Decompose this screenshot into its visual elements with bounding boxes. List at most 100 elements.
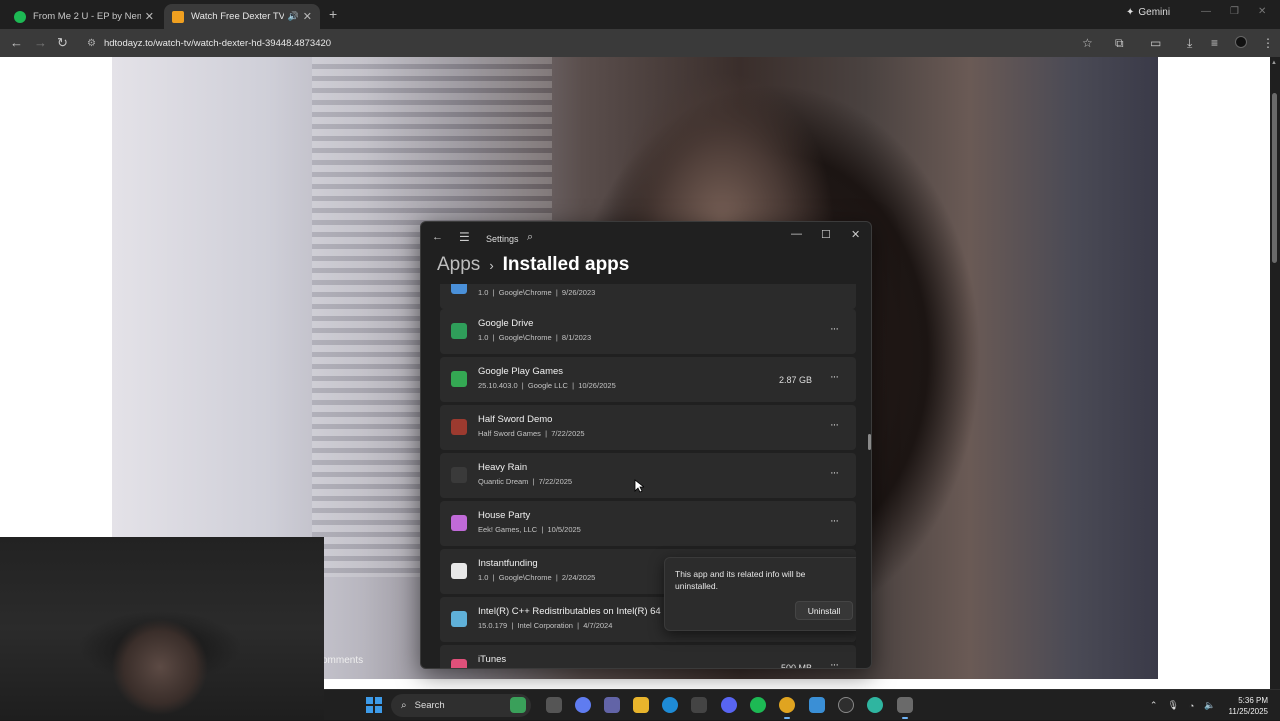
browser-menu-icon[interactable]: ⋮ xyxy=(1262,36,1274,50)
speaker-icon[interactable]: 🔊 xyxy=(288,11,299,22)
settings-icon[interactable] xyxy=(897,697,913,719)
uninstall-flyout: This app and its related info will be un… xyxy=(664,557,856,631)
uninstall-message: This app and its related info will be un… xyxy=(675,569,806,591)
app-row[interactable]: House Party Eek! Games, LLC | 10/5/2025 ··… xyxy=(440,501,856,546)
maximize-icon[interactable]: ☐ xyxy=(821,228,831,241)
scrollbar-thumb[interactable] xyxy=(1272,93,1277,263)
app-icon xyxy=(451,563,467,579)
app-name: Google Play Games xyxy=(478,366,564,377)
xbox-icon[interactable] xyxy=(838,697,854,713)
more-options-button[interactable]: ··· xyxy=(830,659,839,668)
chevron-up-icon[interactable]: ⌃ xyxy=(1150,700,1158,711)
more-options-button[interactable]: ··· xyxy=(830,515,839,527)
sparkle-icon: ✦ xyxy=(1126,7,1135,18)
app-name: Google Drive xyxy=(478,318,534,329)
app-row[interactable]: Half Sword Demo Half Sword Games | 7/22/2… xyxy=(440,405,856,450)
address-bar[interactable]: ⚙ hdtodayz.to/watch-tv/watch-dexter-hd-3… xyxy=(80,32,1100,54)
clock-date: 11/25/2025 xyxy=(1228,706,1268,716)
app-meta: 1.0 | Google\Chrome | 8/1/2023 xyxy=(478,333,592,342)
microphone-icon[interactable]: 🎙 xyxy=(1167,700,1178,711)
page-scrollbar[interactable]: ▲ xyxy=(1270,57,1280,691)
forward-icon[interactable]: → xyxy=(34,35,47,50)
cast-icon[interactable]: ▭ xyxy=(1150,36,1161,50)
uninstall-button[interactable]: Uninstall xyxy=(795,601,853,620)
app-row[interactable]: Google Play Games 25.10.403.0 | Google LL… xyxy=(440,357,856,402)
app-row[interactable]: Heavy Rain Quantic Dream | 7/22/2025 ··· xyxy=(440,453,856,498)
tab-dexter[interactable]: Watch Free Dexter TV Sho 🔊 ✕ xyxy=(164,4,320,29)
search-icon[interactable]: ⌕ xyxy=(527,231,533,244)
clock-time: 5:36 PM xyxy=(1238,695,1268,705)
reload-icon[interactable]: ↻ xyxy=(57,35,68,51)
volume-icon[interactable]: 🔈 xyxy=(1204,700,1215,711)
breadcrumb-apps[interactable]: Apps xyxy=(437,254,480,276)
spotify-icon[interactable] xyxy=(750,697,766,713)
app-row[interactable]: 1.0 | Google\Chrome | 9/26/2023 xyxy=(440,284,856,309)
minimize-icon[interactable]: — xyxy=(791,228,802,240)
system-tray: ⌃ 🎙 ◔ 🔈 5:36 PM 11/25/2025 xyxy=(1145,690,1280,721)
extensions-icon[interactable]: ⧉ xyxy=(1115,36,1124,51)
breadcrumb: Apps › Installed apps xyxy=(437,254,629,276)
widgets-icon[interactable] xyxy=(510,697,526,713)
url-text: hdtodayz.to/watch-tv/watch-dexter-hd-394… xyxy=(103,37,332,49)
close-window-icon[interactable]: ✕ xyxy=(1258,6,1266,17)
tab-spotify[interactable]: From Me 2 U - EP by Nemzzz | ✕ xyxy=(6,4,162,29)
task-view-icon[interactable] xyxy=(546,697,562,713)
app-name: Intel(R) C++ Redistributables on Intel(R… xyxy=(478,606,661,617)
site-info-icon[interactable]: ⚙ xyxy=(87,38,96,49)
page-title: Installed apps xyxy=(502,254,630,275)
gemini-button[interactable]: ✦ Gemini xyxy=(1126,7,1170,18)
app-meta: 1.0 | Google\Chrome | 9/26/2023 xyxy=(478,288,596,297)
app-name: Heavy Rain xyxy=(478,462,528,473)
browser-icon[interactable] xyxy=(867,697,883,713)
close-icon[interactable]: ✕ xyxy=(851,228,860,241)
settings-scrollbar-thumb[interactable] xyxy=(868,434,871,450)
more-options-button[interactable]: ··· xyxy=(830,371,839,383)
app-size: 500 MB xyxy=(780,663,812,669)
close-tab-icon[interactable]: ✕ xyxy=(303,10,312,23)
app-meta: 25.10.403.0 | Google LLC | 10/26/2025 xyxy=(478,381,616,390)
chrome-icon[interactable] xyxy=(779,697,795,719)
tab-title: From Me 2 U - EP by Nemzzz | xyxy=(33,11,141,22)
search-icon: ⌕ xyxy=(401,700,407,711)
minimize-icon[interactable]: — xyxy=(1201,6,1211,17)
browser-toolbar: ← → ↻ ⚙ hdtodayz.to/watch-tv/watch-dexte… xyxy=(0,29,1280,57)
app-icon xyxy=(451,515,467,531)
app-icon[interactable] xyxy=(809,697,825,713)
back-icon[interactable]: ← xyxy=(432,231,443,243)
copilot-icon[interactable] xyxy=(575,697,591,713)
windows-taskbar: ⌕ Search ⌃ 🎙 ◔ 🔈 5:36 PM 11/25/2025 xyxy=(324,689,1280,720)
window-title: Settings xyxy=(486,234,519,244)
hamburger-menu-icon[interactable]: ☰ xyxy=(459,230,470,244)
bookmark-star-icon[interactable]: ☆ xyxy=(1082,36,1093,50)
back-icon[interactable]: ← xyxy=(10,35,23,50)
clock[interactable]: 5:36 PM 11/25/2025 xyxy=(1229,695,1268,717)
reading-list-icon[interactable]: ≡ xyxy=(1211,36,1218,50)
edge-icon[interactable] xyxy=(662,697,678,713)
app-icon xyxy=(451,659,467,668)
store-icon[interactable] xyxy=(691,697,707,713)
installed-apps-list: 1.0 | Google\Chrome | 9/26/2023 Google Dr… xyxy=(440,284,856,669)
webcam-overlay xyxy=(0,537,324,720)
wifi-icon[interactable]: ◔ xyxy=(1189,701,1194,711)
app-icon xyxy=(451,611,467,627)
discord-icon[interactable] xyxy=(721,697,737,713)
download-icon[interactable]: ⤓ xyxy=(1187,36,1192,51)
start-button[interactable] xyxy=(366,697,382,713)
more-options-button[interactable]: ··· xyxy=(830,419,839,431)
profile-avatar[interactable] xyxy=(1235,36,1247,48)
file-explorer-icon[interactable] xyxy=(633,697,649,713)
settings-window: ← ☰ Settings ⌕ — ☐ ✕ Apps › Installed ap… xyxy=(420,221,872,669)
more-options-button[interactable]: ··· xyxy=(830,323,839,335)
teams-icon[interactable] xyxy=(604,697,620,713)
site-favicon-icon xyxy=(172,10,184,23)
new-tab-button[interactable]: + xyxy=(329,6,337,22)
maximize-icon[interactable]: ❐ xyxy=(1230,6,1239,17)
app-row[interactable]: Google Drive 1.0 | Google\Chrome | 8/1/20… xyxy=(440,309,856,354)
scroll-up-icon[interactable]: ▲ xyxy=(1271,60,1277,66)
chevron-right-icon: › xyxy=(489,257,494,273)
close-tab-icon[interactable]: ✕ xyxy=(145,10,154,23)
comments-link[interactable]: omments xyxy=(322,655,363,666)
app-icon xyxy=(451,419,467,435)
more-options-button[interactable]: ··· xyxy=(830,467,839,479)
app-row[interactable]: iTunes 500 MB ··· xyxy=(440,645,856,669)
